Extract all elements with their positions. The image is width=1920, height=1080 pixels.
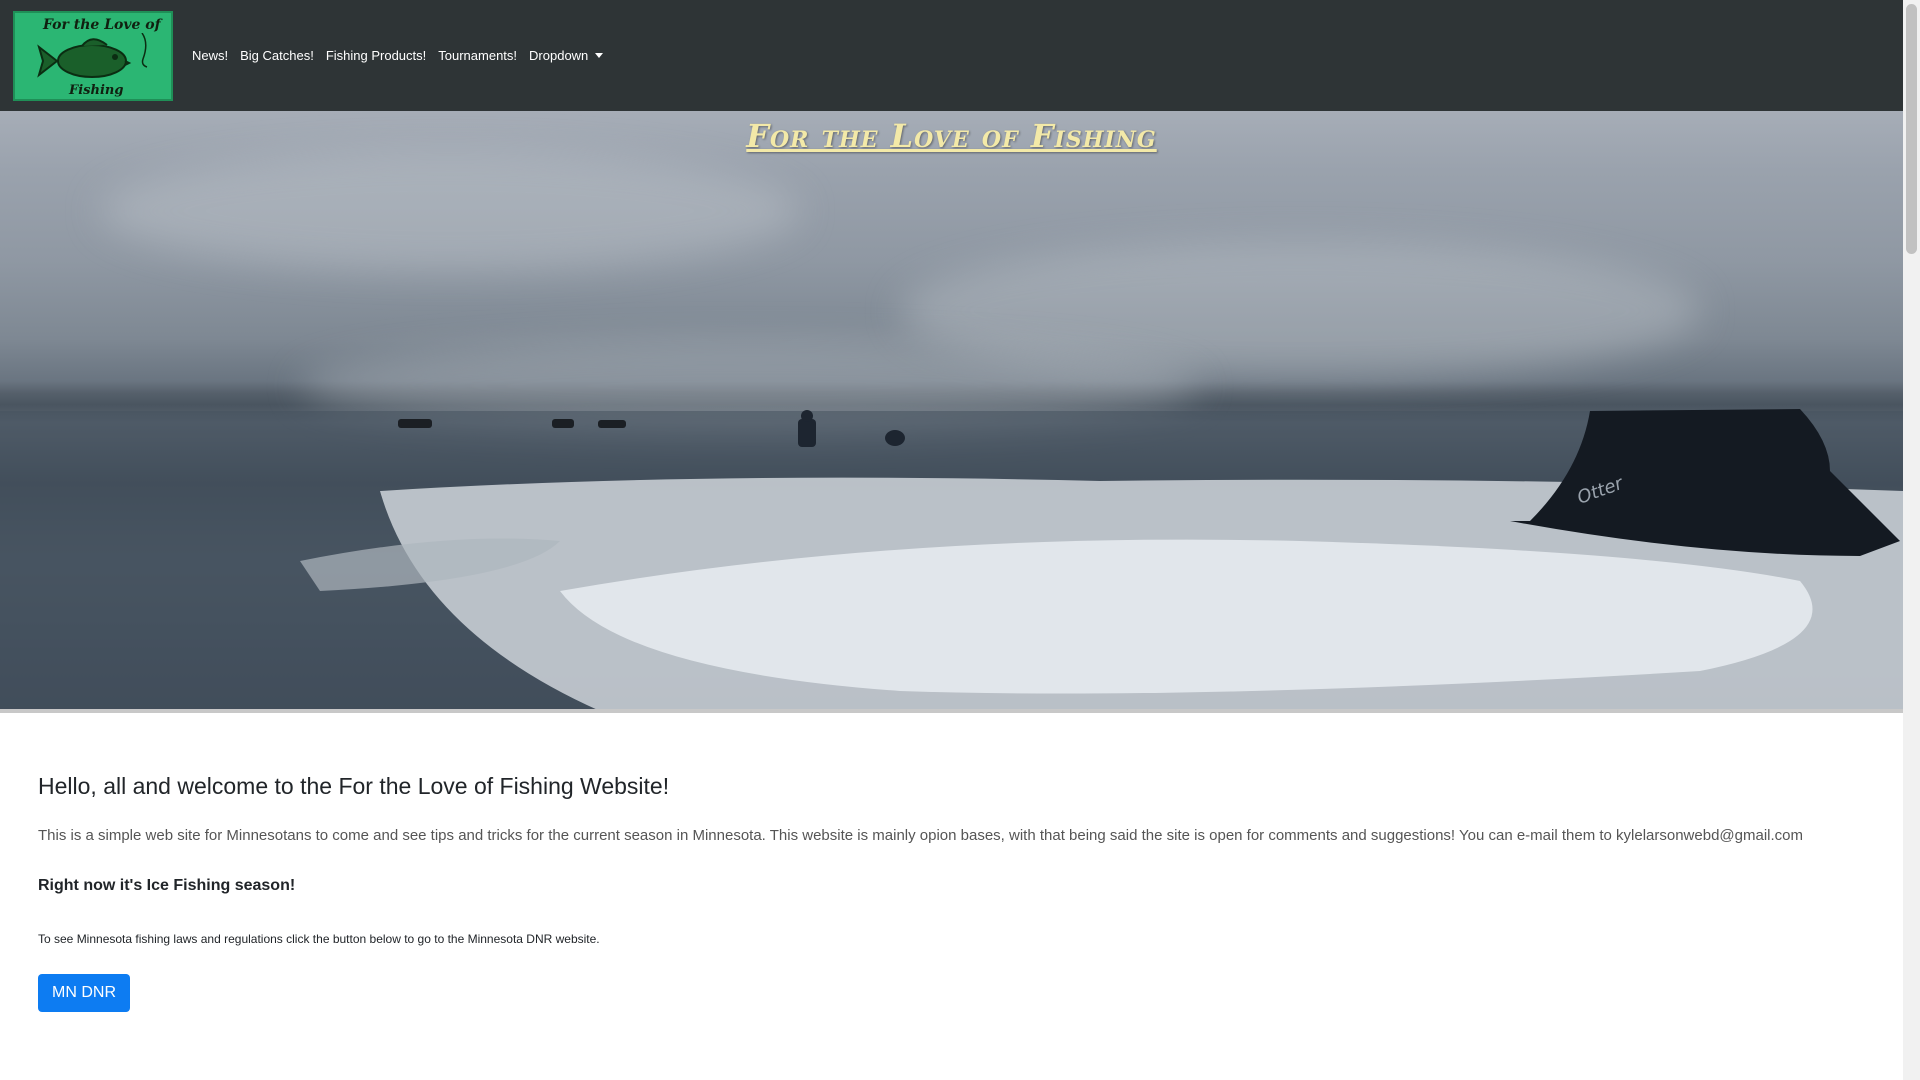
site-logo[interactable]: For the Love of Fishing <box>13 11 173 101</box>
page-scrollbar[interactable] <box>1903 0 1920 1080</box>
hero-title[interactable]: For the Love of Fishing <box>0 117 1903 155</box>
welcome-heading: Hello, all and welcome to the For the Lo… <box>38 773 670 799</box>
nav-dropdown-label: Dropdown <box>529 48 589 63</box>
fish-logo-icon <box>37 33 148 78</box>
hero-image: Otter <box>0 409 1903 711</box>
nav-link-fishing-products[interactable]: Fishing Products! <box>320 47 432 65</box>
hero-banner: Otter For the Love of Fishing <box>0 111 1903 711</box>
mn-dnr-button[interactable]: MN DNR <box>38 974 130 1012</box>
page: For the Love of Fishing News! Big Catche… <box>0 0 1903 1080</box>
nav-dropdown[interactable]: Dropdown <box>523 47 609 65</box>
intro-paragraph: This is a simple web site for Minnesotan… <box>38 827 1803 844</box>
nav-link-tournaments[interactable]: Tournaments! <box>432 47 523 65</box>
season-text: Right now it's Ice Fishing season! <box>38 877 296 894</box>
dnr-note: To see Minnesota fishing laws and regula… <box>38 932 600 946</box>
logo-text-bottom: Fishing <box>69 83 124 98</box>
nav-link-big-catches[interactable]: Big Catches! <box>234 47 320 65</box>
nav-link-news[interactable]: News! <box>192 47 234 65</box>
caret-down-icon <box>595 53 604 59</box>
scrollbar-thumb[interactable] <box>1906 4 1917 254</box>
main-content: Hello, all and welcome to the For the Lo… <box>38 770 1878 1012</box>
logo-text-top: For the Love of <box>43 17 161 33</box>
hero-divider <box>0 709 1903 713</box>
top-navbar: For the Love of Fishing News! Big Catche… <box>0 0 1903 111</box>
nav-links: News! Big Catches! Fishing Products! Tou… <box>192 47 609 65</box>
